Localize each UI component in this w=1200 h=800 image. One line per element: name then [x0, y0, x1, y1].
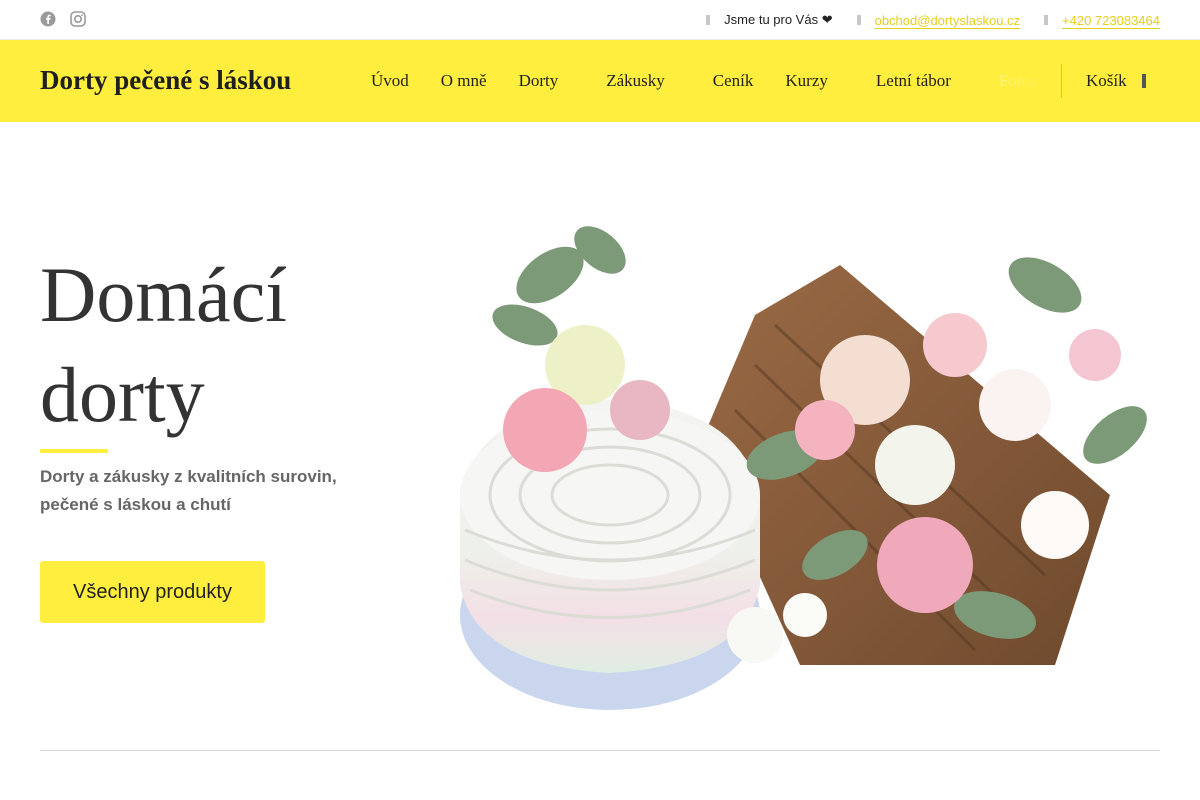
contact-bar: Jsme tu pro Vás ❤ obchod@dortyslaskou.cz…	[682, 0, 1160, 40]
hero-title-line-1: Domácí	[40, 251, 287, 338]
nav-item-label: Zákusky	[606, 71, 665, 90]
nav-item-label: Dorty	[518, 71, 559, 90]
chevron-down-icon	[564, 76, 574, 86]
shopping-bag-icon	[1137, 73, 1151, 89]
nav-item-label: O mně	[440, 71, 487, 90]
facebook-icon[interactable]	[40, 11, 56, 27]
email-link[interactable]: obchod@dortyslaskou.cz	[875, 13, 1020, 28]
nav-item-label: Kurzy	[785, 71, 828, 90]
instagram-icon[interactable]	[70, 11, 86, 27]
cake-flowers-image	[455, 195, 1160, 715]
envelope-icon	[853, 14, 865, 26]
nav-item-5[interactable]: Kurzy	[785, 71, 843, 91]
nav-item-3[interactable]: Zákusky	[606, 71, 681, 91]
email-contact: obchod@dortyslaskou.cz	[853, 13, 1020, 28]
nav-item-label: Fotogalerie	[998, 71, 1041, 90]
nav-item-label: Letní tábor	[875, 71, 951, 90]
nav-item-label: Ceník	[712, 71, 754, 90]
all-products-button[interactable]: Všechny produkty	[40, 561, 265, 623]
hero-accent-line	[40, 449, 108, 453]
nav-item-label: Úvod	[371, 71, 409, 90]
section-divider	[40, 750, 1160, 751]
phone-contact: +420 723083464	[1040, 13, 1160, 28]
main-menu: Úvod O mně Dorty Zákusky Ceník Kurzy Letní táb…	[371, 40, 1041, 122]
cart-button[interactable]: Košík	[1086, 40, 1151, 122]
hero-title: Domácí dorty	[40, 245, 287, 445]
chevron-down-icon	[834, 76, 844, 86]
nav-item-0[interactable]: Úvod	[371, 71, 409, 91]
hero-title-line-2: dorty	[40, 351, 205, 438]
nav-item-1[interactable]: O mně	[441, 71, 487, 91]
nav-item-7[interactable]: Fotogalerie	[999, 71, 1041, 91]
chevron-down-icon	[957, 76, 967, 86]
phone-icon	[1040, 14, 1052, 26]
phone-link[interactable]: +420 723083464	[1062, 13, 1160, 28]
site-logo-title[interactable]: Dorty pečené s láskou	[40, 65, 291, 96]
social-links	[40, 11, 86, 27]
nav-item-2[interactable]: Dorty	[519, 71, 575, 91]
tagline-contact: Jsme tu pro Vás ❤	[702, 12, 833, 28]
heart-icon	[702, 14, 714, 26]
top-bar: Jsme tu pro Vás ❤ obchod@dortyslaskou.cz…	[0, 0, 1200, 40]
chevron-down-icon	[671, 76, 681, 86]
hero-subtitle: Dorty a zákusky z kvalitních surovin, pe…	[40, 467, 337, 514]
main-navbar: Dorty pečené s láskou Úvod O mně Dorty Záku…	[0, 40, 1200, 122]
tagline-text: Jsme tu pro Vás ❤	[724, 12, 833, 27]
menu-divider	[1061, 64, 1062, 98]
nav-item-4[interactable]: Ceník	[713, 71, 754, 91]
cart-label: Košík	[1086, 71, 1127, 90]
nav-item-6[interactable]: Letní tábor	[876, 71, 967, 91]
